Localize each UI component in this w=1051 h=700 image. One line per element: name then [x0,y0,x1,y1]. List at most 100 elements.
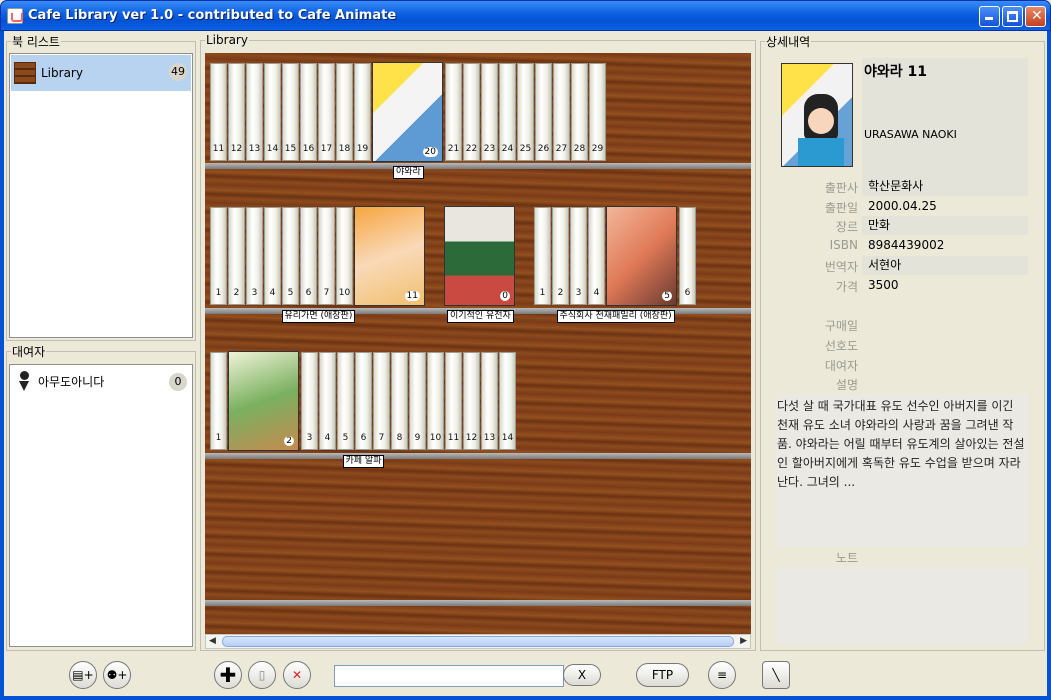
shelf-board [205,600,751,606]
booklist-panel[interactable]: Library 49 [9,53,193,338]
book-spine[interactable]: 3 [301,352,318,450]
book-spine[interactable]: 4 [264,207,281,305]
book-spine[interactable]: 9 [409,352,426,450]
bookshelf-icon [14,62,36,84]
lender-panel[interactable]: 아무도아니다 0 [9,364,193,647]
book-spine[interactable]: 10 [427,352,444,450]
book-volume-number: 19 [356,144,369,154]
book-volume-number: 3 [251,288,258,298]
clear-search-button[interactable]: X [563,664,601,686]
book-spine[interactable]: 19 [354,63,371,161]
minimize-button[interactable] [979,6,1000,27]
book-spine[interactable]: 17 [318,63,335,161]
book-cover[interactable]: 20 [372,62,443,162]
add-person-button[interactable]: ⚉+ [103,661,131,689]
book-spine[interactable]: 25 [517,63,534,161]
book-spine[interactable]: 13 [246,63,263,161]
book-spine[interactable]: 8 [391,352,408,450]
book-spine[interactable]: 10 [336,207,353,305]
book-cover[interactable]: 11 [354,206,425,306]
book-volume-number: 12 [230,144,243,154]
book-volume-number: 9 [414,433,421,443]
scroll-right-icon[interactable]: ▶ [740,636,747,646]
book-cover[interactable]: 2 [228,351,299,451]
detail-field-label: 출판일 [824,201,858,215]
detail-field-value: 만화 [862,216,1028,235]
book-spine[interactable]: 18 [336,63,353,161]
book-spine[interactable]: 12 [228,63,245,161]
book-spine[interactable]: 13 [481,352,498,450]
scrollbar-thumb[interactable] [222,636,734,647]
book-spine[interactable]: 1 [534,207,551,305]
book-spine[interactable]: 28 [571,63,588,161]
book-spine[interactable]: 26 [535,63,552,161]
book-spine[interactable]: 6 [679,207,696,305]
book-spine[interactable]: 3 [246,207,263,305]
book-spine[interactable]: 2 [552,207,569,305]
book-spine[interactable]: 15 [282,63,299,161]
edit-book-button[interactable]: ▯ [248,661,276,689]
book-spine[interactable]: 4 [319,352,336,450]
delete-book-button[interactable]: ✕ [283,661,311,689]
book-spine[interactable]: 3 [570,207,587,305]
book-spine[interactable]: 1 [210,352,227,450]
book-spine[interactable]: 14 [264,63,281,161]
cover-volume-number: 0 [500,291,510,301]
close-button[interactable]: ✕ [1025,6,1046,27]
series-title-tag: 야와라 [393,166,424,179]
book-spine[interactable]: 5 [282,207,299,305]
detail-field-value: 학산문화사 [862,177,1028,196]
window-title: Cafe Library ver 1.0 - contributed to Ca… [28,8,397,23]
book-spine[interactable]: 23 [481,63,498,161]
scroll-left-icon[interactable]: ◀ [209,636,216,646]
book-spine[interactable]: 5 [337,352,354,450]
book-spine[interactable]: 16 [300,63,317,161]
book-spine[interactable]: 12 [463,352,480,450]
detail-field-value: 서현아 [862,256,1028,275]
book-spine[interactable]: 7 [373,352,390,450]
book-spine[interactable]: 22 [463,63,480,161]
book-spine[interactable]: 11 [210,63,227,161]
horizontal-scrollbar[interactable]: ◀ ▶ [205,634,751,649]
book-spine[interactable]: 7 [318,207,335,305]
book-spine[interactable]: 2 [228,207,245,305]
book-spine[interactable]: 24 [499,63,516,161]
book-spine[interactable]: 11 [445,352,462,450]
detail-field-label: ISBN [829,238,858,252]
book-spine[interactable]: 14 [499,352,516,450]
add-book-button[interactable]: ✚ [214,661,242,689]
library-legend: Library [206,33,248,47]
tool-button[interactable]: ╲ [762,661,790,689]
book-spine[interactable]: 29 [589,63,606,161]
menu-button[interactable]: ≡ [708,661,736,689]
series-title-tag: 주식회사 천재패밀리 (애장판) [556,310,675,323]
book-volume-number: 7 [323,288,330,298]
maximize-button[interactable] [1002,6,1023,27]
lender-item[interactable]: 아무도아니다 0 [11,365,191,397]
book-spine[interactable]: 27 [553,63,570,161]
book-cover[interactable]: 0 [444,206,515,306]
book-spine[interactable]: 4 [588,207,605,305]
book-cover[interactable]: 5 [606,206,677,306]
book-volume-number: 13 [483,433,496,443]
bookshelf-view[interactable]: 11 12 13 14 15 16 17 18 19 20 21 22 23 24 25 26 27 28 29 야와… [205,53,751,635]
search-input[interactable] [334,665,564,687]
shelf-board [205,163,751,169]
detail-field-label: 선호도 [824,339,858,353]
book-spine[interactable]: 21 [445,63,462,161]
book-spine[interactable]: 6 [355,352,372,450]
book-volume-number: 1 [215,288,222,298]
cover-volume-number: 11 [404,291,420,301]
book-spine[interactable]: 1 [210,207,227,305]
booklist-item-library[interactable]: Library 49 [11,55,191,91]
ftp-button[interactable]: FTP [636,663,689,687]
book-volume-number: 4 [593,288,600,298]
book-volume-number: 14 [266,144,279,154]
note-field[interactable] [775,567,1028,644]
detail-field-row: 선호도 [763,335,1042,354]
add-list-button[interactable]: ▤+ [69,661,97,689]
book-volume-number: 26 [537,144,550,154]
detail-field-label: 번역자 [824,260,858,274]
detail-field-row: 장르 만화 [763,216,1042,235]
book-spine[interactable]: 6 [300,207,317,305]
